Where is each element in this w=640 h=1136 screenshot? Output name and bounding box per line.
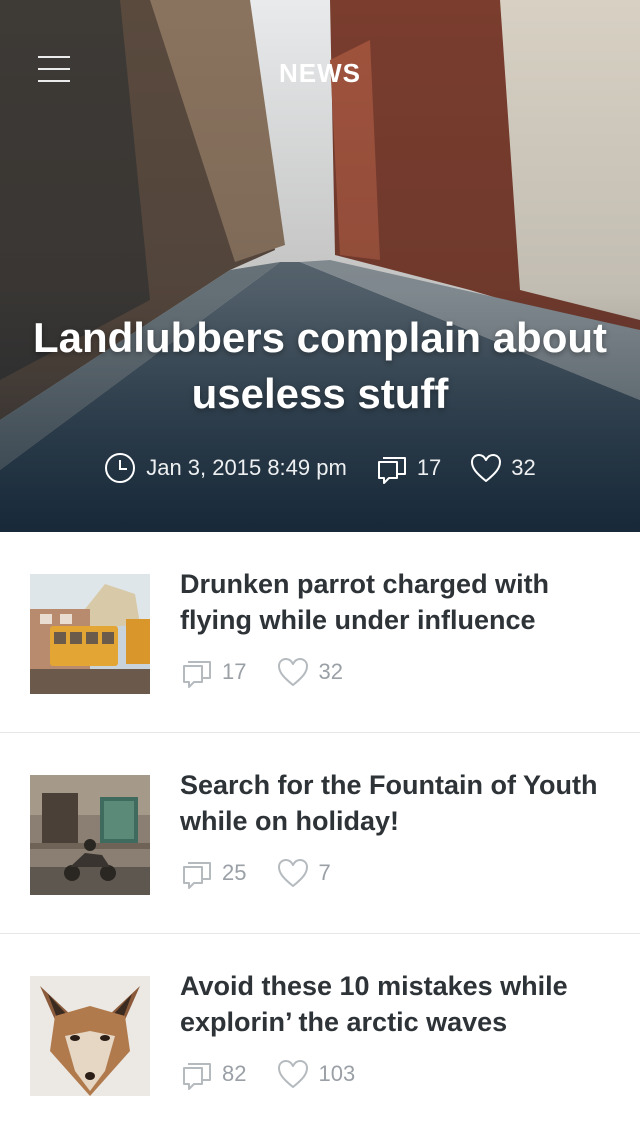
heart-icon	[278, 859, 309, 887]
featured-date: Jan 3, 2015 8:49 pm	[104, 452, 347, 484]
comment-icon	[377, 457, 406, 484]
article-thumbnail	[30, 574, 150, 694]
featured-headline[interactable]: Landlubbers complain about useless stuff	[20, 310, 620, 422]
tram-street-photo	[30, 574, 150, 694]
page-title: NEWS	[279, 58, 361, 88]
comment-count: 82	[222, 1061, 247, 1086]
article-meta: 82 103	[180, 1056, 355, 1092]
list-item[interactable]: Search for the Fountain of Youth while o…	[0, 733, 640, 934]
comments-button[interactable]: 82	[180, 1058, 246, 1090]
comment-count: 17	[222, 659, 247, 684]
comments-button[interactable]: 25	[180, 857, 246, 889]
featured-comments[interactable]: 17	[375, 452, 441, 484]
comment-count: 25	[222, 860, 247, 885]
like-count: 103	[318, 1061, 356, 1086]
heart-icon	[278, 1060, 309, 1088]
article-meta: 25 7	[180, 855, 331, 891]
article-title: Drunken parrot charged with flying while…	[180, 569, 550, 635]
featured-hero[interactable]: NEWS Landlubbers complain about useless …	[0, 0, 640, 532]
clock-icon	[105, 453, 136, 483]
like-button[interactable]: 103	[276, 1058, 355, 1090]
article-thumbnail	[30, 775, 150, 895]
old-building-scooter-photo	[30, 775, 150, 895]
comment-icon	[183, 862, 211, 889]
article-meta: 17 32	[180, 654, 343, 690]
list-item[interactable]: Avoid these 10 mistakes while explorin’ …	[0, 934, 640, 1135]
comment-icon	[183, 1063, 211, 1090]
article-title: Avoid these 10 mistakes while explorin’ …	[180, 971, 568, 1037]
fox-portrait-photo	[30, 976, 150, 1096]
heart-icon	[278, 658, 309, 686]
article-thumbnail	[30, 976, 150, 1096]
article-list: Drunken parrot charged with flying while…	[0, 532, 640, 1135]
like-button[interactable]: 7	[276, 857, 331, 889]
heart-icon	[471, 454, 502, 482]
like-count: 7	[318, 860, 331, 885]
comment-icon	[183, 661, 211, 688]
article-title: Search for the Fountain of Youth while o…	[180, 770, 598, 836]
featured-like-count: 32	[511, 455, 536, 480]
featured-likes[interactable]: 32	[469, 452, 536, 484]
like-button[interactable]: 32	[276, 656, 343, 688]
featured-meta: Jan 3, 2015 8:49 pm 17 32	[0, 448, 640, 488]
list-item[interactable]: Drunken parrot charged with flying while…	[0, 532, 640, 733]
featured-comment-count: 17	[416, 455, 442, 480]
like-count: 32	[318, 659, 343, 684]
featured-date-text: Jan 3, 2015 8:49 pm	[146, 455, 347, 480]
comments-button[interactable]: 17	[180, 656, 246, 688]
